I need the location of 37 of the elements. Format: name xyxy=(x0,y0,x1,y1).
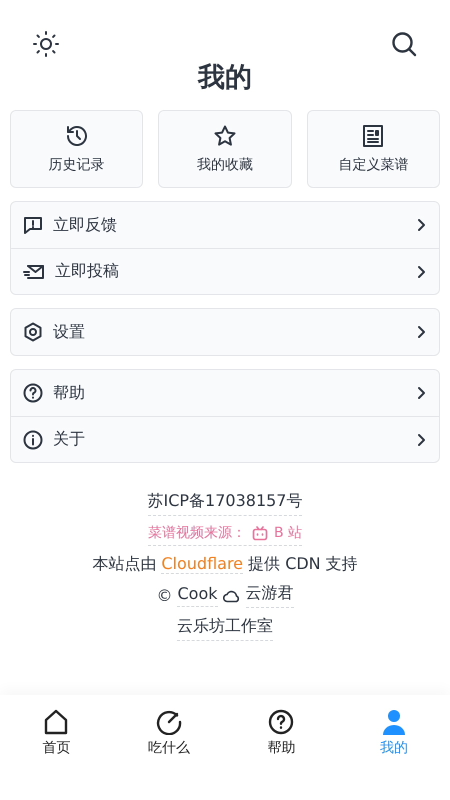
chevron-right-icon xyxy=(417,386,427,400)
cdn-notice: 本站点由 Cloudflare 提供 CDN 支持 xyxy=(92,554,358,575)
theme-toggle-button[interactable] xyxy=(30,28,62,60)
author-link[interactable]: 云游君 xyxy=(246,583,294,608)
icp-link[interactable]: 苏ICP备17038157号 xyxy=(148,491,302,516)
quick-action-button[interactable]: 历史记录 xyxy=(10,110,144,188)
tv-icon xyxy=(252,526,268,540)
chevron-right-icon xyxy=(417,432,427,446)
hexagon-icon xyxy=(23,322,43,342)
menu-item[interactable]: 关于 xyxy=(11,416,439,462)
info-icon xyxy=(23,430,43,450)
chevron-right-icon xyxy=(417,325,427,339)
menu-item[interactable]: 立即投稿 xyxy=(11,248,439,294)
user-icon xyxy=(380,709,407,735)
nav-tab[interactable]: 帮助 xyxy=(225,709,338,757)
menu-item[interactable]: 设置 xyxy=(11,309,439,355)
chevron-right-icon xyxy=(417,264,427,278)
help-icon xyxy=(23,383,43,403)
page-title: 我的 xyxy=(198,61,252,95)
document-icon xyxy=(362,124,384,148)
star-icon xyxy=(212,124,237,148)
home-icon xyxy=(43,709,70,735)
help-icon xyxy=(268,709,294,735)
copyright-sign: © xyxy=(156,586,172,605)
chevron-right-icon xyxy=(417,218,427,232)
cloud-icon xyxy=(222,588,240,602)
feedback-icon xyxy=(23,215,43,235)
history-icon xyxy=(64,124,89,148)
gauge-icon xyxy=(156,709,182,735)
menu-item[interactable]: 帮助 xyxy=(11,370,439,416)
nav-tab[interactable]: 吃什么 xyxy=(112,709,225,757)
menu-item[interactable]: 立即反馈 xyxy=(11,202,439,248)
author-link[interactable]: Cook xyxy=(177,584,218,607)
quick-action-button[interactable]: 自定义菜谱 xyxy=(306,110,440,188)
studio-link[interactable]: 云乐坊工作室 xyxy=(177,616,273,641)
nav-tab[interactable]: 首页 xyxy=(0,709,112,757)
quick-action-button[interactable]: 我的收藏 xyxy=(158,110,292,188)
